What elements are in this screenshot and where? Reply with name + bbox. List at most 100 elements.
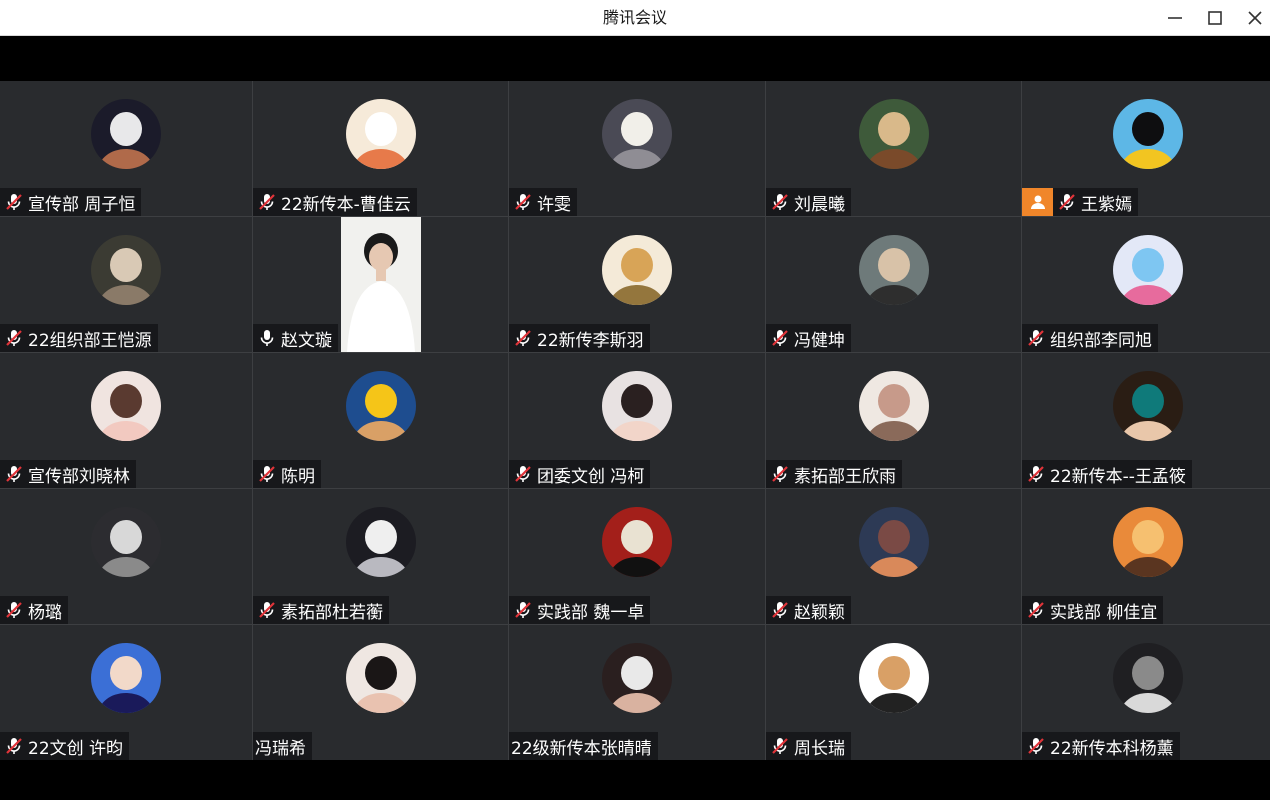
participant-avatar (345, 507, 416, 577)
participant-namebar: 周长瑞 (766, 732, 851, 760)
mic-muted-icon (6, 602, 22, 618)
participant-tile[interactable]: 杨璐 (0, 489, 252, 624)
minimize-button[interactable] (1160, 3, 1190, 33)
maximize-icon (1208, 11, 1222, 25)
participant-avatar (345, 99, 416, 169)
participant-avatar (602, 235, 672, 305)
mic-muted-icon (772, 194, 788, 210)
participant-tile[interactable]: 宣传部刘晓林 (0, 353, 252, 488)
participant-tile[interactable]: 周长瑞 (766, 625, 1021, 760)
participant-tile[interactable]: 冯瑞希 (253, 625, 508, 760)
mic-muted-icon (515, 330, 531, 346)
participant-namebar: 王紫嫣 (1053, 188, 1138, 216)
participant-namebar: 宣传部刘晓林 (0, 460, 136, 488)
participant-avatar (1113, 507, 1183, 577)
participant-tile[interactable]: 许雯 (509, 81, 765, 216)
participant-tile[interactable]: 实践部 魏一卓 (509, 489, 765, 624)
close-button[interactable] (1240, 3, 1270, 33)
participant-tile[interactable]: 22新传本科杨薰 (1022, 625, 1270, 760)
participant-name: 实践部 柳佳宜 (1050, 602, 1158, 623)
participant-tile[interactable]: 赵颖颖 (766, 489, 1021, 624)
participant-tile[interactable]: 实践部 柳佳宜 (1022, 489, 1270, 624)
participant-name: 组织部李同旭 (1050, 330, 1152, 351)
participant-namebar: 许雯 (509, 188, 577, 216)
participant-namebar: 实践部 柳佳宜 (1022, 596, 1164, 624)
mic-muted-icon (1028, 466, 1044, 482)
participant-namebar: 22新传李斯羽 (509, 324, 650, 352)
participant-name: 杨璐 (28, 602, 62, 623)
participant-name: 刘晨曦 (794, 194, 845, 215)
participant-avatar (858, 235, 929, 305)
maximize-button[interactable] (1200, 3, 1230, 33)
participant-tile[interactable]: 组织部李同旭 (1022, 217, 1270, 352)
participant-namebar: 宣传部 周子恒 (0, 188, 142, 216)
participant-name: 素拓部杜若蘅 (281, 602, 383, 623)
participant-namebar: 22文创 许昀 (0, 732, 130, 760)
participant-avatar (858, 99, 929, 169)
bottom-black-bar (0, 760, 1270, 800)
participant-tile[interactable]: 冯健坤 (766, 217, 1021, 352)
participant-avatar (91, 507, 161, 577)
participant-name: 22文创 许昀 (28, 738, 124, 759)
participant-tile[interactable]: 22新传本-曹佳云 (253, 81, 508, 216)
participant-tile[interactable]: 团委文创 冯柯 (509, 353, 765, 488)
participant-avatar (345, 643, 416, 713)
participant-namebar: 22级新传本张晴晴 (509, 732, 658, 760)
participant-namebar: 赵颖颖 (766, 596, 851, 624)
participant-name: 宣传部 周子恒 (28, 194, 136, 215)
participant-name: 赵颖颖 (794, 602, 845, 623)
participant-avatar (91, 235, 161, 305)
participant-name: 22新传本科杨薰 (1050, 738, 1174, 759)
participant-avatar (1113, 643, 1183, 713)
participant-grid: 宣传部 周子恒 22新传本-曹佳云 许雯 刘晨曦 王紫嫣 22组织部王恺源 赵文… (0, 81, 1270, 760)
participant-name: 周长瑞 (794, 738, 845, 759)
participant-tile[interactable]: 22组织部王恺源 (0, 217, 252, 352)
mic-muted-icon (259, 466, 275, 482)
mic-muted-icon (1028, 602, 1044, 618)
top-black-bar (0, 36, 1270, 81)
participant-tile[interactable]: 赵文璇 (253, 217, 508, 352)
participant-tile[interactable]: 陈明 (253, 353, 508, 488)
participant-namebar: 陈明 (253, 460, 321, 488)
window-title: 腾讯会议 (602, 8, 667, 27)
participant-avatar (345, 371, 416, 441)
participant-avatar (91, 371, 161, 441)
participant-tile[interactable]: 22级新传本张晴晴 (509, 625, 765, 760)
participant-avatar (602, 507, 672, 577)
participant-avatar (602, 371, 672, 441)
participant-tile[interactable]: 22新传本--王孟筱 (1022, 353, 1270, 488)
participant-namebar: 组织部李同旭 (1022, 324, 1158, 352)
participant-tile[interactable]: 宣传部 周子恒 (0, 81, 252, 216)
participant-tile[interactable]: 素拓部杜若蘅 (253, 489, 508, 624)
participant-avatar (858, 507, 929, 577)
participant-avatar (1113, 99, 1183, 169)
participant-tile[interactable]: 王紫嫣 (1022, 81, 1270, 216)
participant-avatar (602, 99, 672, 169)
participant-namebar: 素拓部王欣雨 (766, 460, 902, 488)
participant-name: 陈明 (281, 466, 315, 487)
close-icon (1248, 11, 1262, 25)
participant-avatar (1113, 235, 1183, 305)
mic-muted-icon (772, 738, 788, 754)
participant-tile[interactable]: 素拓部王欣雨 (766, 353, 1021, 488)
participant-name: 王紫嫣 (1081, 194, 1132, 215)
participant-namebar: 冯瑞希 (253, 732, 312, 760)
mic-muted-icon (1059, 194, 1075, 210)
participant-name: 22新传本-曹佳云 (281, 194, 411, 215)
participant-name: 22级新传本张晴晴 (511, 738, 652, 759)
participant-avatar (602, 643, 672, 713)
mic-muted-icon (6, 466, 22, 482)
title-bar: 腾讯会议 (0, 0, 1270, 36)
participant-namebar: 22组织部王恺源 (0, 324, 158, 352)
mic-muted-icon (6, 738, 22, 754)
mic-muted-icon (772, 466, 788, 482)
participant-avatar (858, 643, 929, 713)
participant-tile[interactable]: 刘晨曦 (766, 81, 1021, 216)
participant-namebar: 22新传本科杨薰 (1022, 732, 1180, 760)
mic-muted-icon (515, 194, 531, 210)
participant-name: 冯健坤 (794, 330, 845, 351)
mic-on-icon (260, 330, 274, 346)
participant-tile[interactable]: 22文创 许昀 (0, 625, 252, 760)
mic-muted-icon (259, 194, 275, 210)
participant-tile[interactable]: 22新传李斯羽 (509, 217, 765, 352)
